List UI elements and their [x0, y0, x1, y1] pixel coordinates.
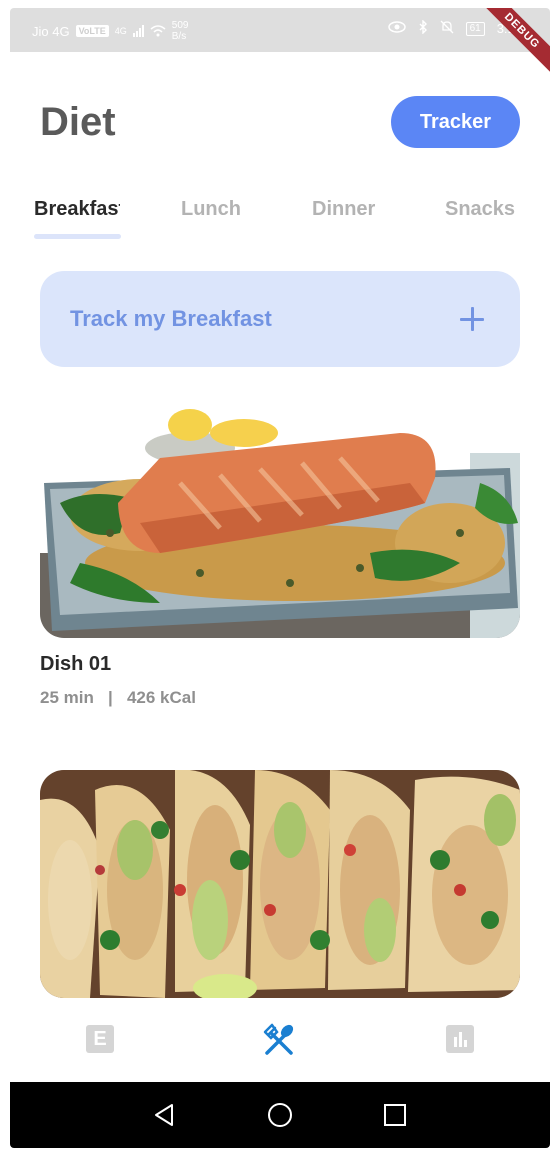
bluetooth-icon: [418, 19, 428, 37]
status-bar: Jio 4G VoLTE 4G 509 B/s 61 3:17: [10, 8, 550, 52]
tab-lunch[interactable]: Lunch: [181, 198, 241, 221]
battery-icon: 61: [465, 21, 485, 36]
fork-spoon-icon[interactable]: [262, 1023, 296, 1057]
bar-chart-icon[interactable]: [446, 1025, 474, 1053]
net-speed-unit: B/s: [171, 31, 187, 42]
dish-time: 25 min: [40, 688, 94, 707]
eye-icon: [387, 21, 406, 36]
wifi-icon: [150, 23, 166, 40]
tab-snacks[interactable]: Snacks: [445, 198, 515, 221]
mute-icon: [440, 20, 454, 37]
battery-level: 61: [469, 22, 481, 34]
plus-icon[interactable]: [460, 307, 484, 331]
meal-tabs: Breakfast Lunch Dinner Snacks: [10, 196, 550, 246]
home-icon[interactable]: [265, 1100, 295, 1130]
tracker-button[interactable]: Tracker: [391, 96, 520, 148]
tab-dinner[interactable]: Dinner: [312, 198, 375, 221]
phone-screen: Jio 4G VoLTE 4G 509 B/s 61 3:17: [10, 8, 550, 1148]
dish-name: Dish 01: [40, 653, 112, 675]
recents-icon[interactable]: [380, 1100, 410, 1130]
bottom-nav: E: [10, 1008, 550, 1080]
back-icon[interactable]: [150, 1100, 180, 1130]
e-icon[interactable]: E: [86, 1025, 114, 1053]
tab-breakfast[interactable]: Breakfast: [34, 198, 120, 221]
track-card-label: Track my Breakfast: [70, 306, 272, 331]
carrier-label: Jio 4G: [32, 23, 70, 39]
dish-calories: 426 kCal: [126, 688, 196, 707]
net-speed: 509: [171, 20, 189, 31]
system-nav-bar: [10, 1082, 550, 1148]
net-type-label: 4G: [114, 26, 127, 36]
status-left: Jio 4G VoLTE 4G 509 B/s: [32, 20, 188, 42]
signal-icon: [132, 25, 144, 37]
tab-indicator: [34, 234, 121, 239]
dish-image-tacos[interactable]: [40, 770, 520, 998]
track-breakfast-card[interactable]: Track my Breakfast: [40, 271, 520, 367]
page-title: Diet: [40, 100, 116, 144]
volte-badge: VoLTE: [75, 25, 109, 37]
dish-meta: 25 min | 426 kCal: [40, 688, 196, 707]
dish-image-salmon[interactable]: [40, 403, 520, 638]
